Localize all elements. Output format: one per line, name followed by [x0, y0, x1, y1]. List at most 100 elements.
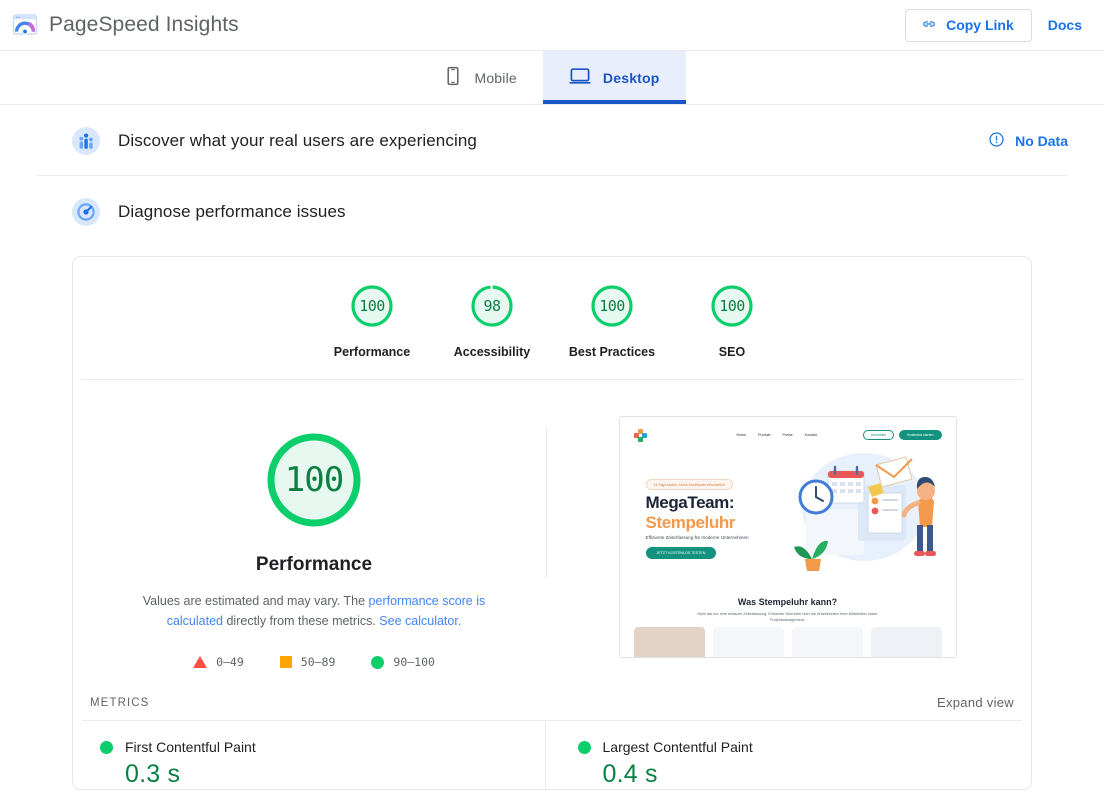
metric-name: Largest Contentful Paint: [602, 739, 753, 755]
legend-item-poor: 0–49: [193, 655, 244, 669]
circle-icon: [371, 655, 385, 669]
metric-value: 0.3 s: [125, 760, 181, 788]
disclaimer-text-1: Values are estimated and may vary. The: [142, 594, 369, 608]
legend-range-poor: 0–49: [216, 655, 244, 669]
site-section-heading: Was Stempeluhr kann?: [737, 597, 838, 607]
screenshot-content: Home Produkt Preise Kontakt Anmelden Kos…: [619, 417, 956, 657]
gauge-label-accessibility: Accessibility: [453, 345, 531, 359]
tab-desktop-label: Desktop: [602, 69, 660, 86]
metric-name-row: Largest Contentful Paint: [568, 739, 1023, 755]
disclaimer-text-2: directly from these metrics.: [223, 614, 380, 628]
field-data-title: Discover what your real users are experi…: [118, 131, 477, 150]
site-login-button: Anmelden: [863, 429, 895, 441]
site-hero-illustration: [793, 453, 936, 571]
tab-mobile[interactable]: Mobile: [418, 51, 542, 104]
gauge-ring-accessibility: 98: [468, 282, 516, 330]
lab-data-section-header: Diagnose performance issues: [36, 176, 1068, 246]
site-subheading: Effiziente Zeiterfassung für moderne Unt…: [645, 535, 749, 540]
tab-mobile-label: Mobile: [474, 69, 517, 86]
gauge-ring-best-practices: 100: [588, 282, 636, 330]
metrics-grid: First Contentful Paint 0.3 s Largest Con…: [82, 720, 1022, 789]
lighthouse-results-card: 100 Performance 98 Accessibility 100 Bes…: [72, 256, 1032, 790]
site-cta-button: JETZT KOSTENLOS TESTEN: [645, 547, 717, 559]
big-gauge-score: 100: [284, 460, 344, 500]
gauge-accessibility[interactable]: 98 Accessibility: [432, 282, 552, 359]
site-nav-buttons: Anmelden Kostenlos starten: [863, 429, 942, 441]
form-factor-tabs: Mobile Desktop: [0, 51, 1104, 105]
gauge-score-best-practices: 100: [599, 297, 625, 315]
metric-name-row: First Contentful Paint: [90, 739, 545, 755]
category-gauges: 100 Performance 98 Accessibility 100 Bes…: [82, 257, 1022, 380]
no-data-status[interactable]: No Data: [988, 131, 1068, 151]
site-feature-card: [791, 627, 863, 657]
app-header: PageSpeed Insights Copy Link Docs: [0, 0, 1104, 51]
big-gauge-label: Performance: [255, 554, 373, 575]
legend-range-good: 90–100: [393, 655, 435, 669]
site-signup-button: Kostenlos starten: [899, 430, 942, 440]
page-screenshot-thumbnail[interactable]: Home Produkt Preise Kontakt Anmelden Kos…: [618, 416, 957, 658]
pagespeed-logo-icon: [12, 12, 38, 38]
real-users-icon: [72, 127, 100, 155]
status-dot-good-icon: [577, 740, 591, 754]
copy-link-label: Copy Link: [946, 17, 1014, 33]
site-nav-item: Preise: [782, 433, 793, 437]
copy-link-button[interactable]: Copy Link: [905, 8, 1032, 42]
mobile-icon: [444, 66, 462, 89]
site-feature-card: [633, 627, 705, 657]
gauge-seo[interactable]: 100 SEO: [672, 282, 792, 359]
site-heading-line2: Stempeluhr: [645, 513, 736, 532]
site-heading-line1: MegaTeam:: [645, 493, 735, 512]
triangle-icon: [193, 656, 208, 668]
site-feature-cards: [633, 627, 942, 657]
gauge-label-seo: SEO: [718, 345, 746, 359]
performance-summary: 100 Performance Values are estimated and…: [82, 416, 546, 669]
square-icon: [279, 656, 292, 668]
site-nav-item: Home: [736, 433, 747, 437]
legend-item-good: 90–100: [371, 655, 435, 669]
gauge-score-accessibility: 98: [483, 297, 501, 315]
screenshot-site-nav: Home Produkt Preise Kontakt Anmelden Kos…: [633, 427, 942, 443]
gauge-label-best-practices: Best Practices: [568, 345, 656, 359]
gauge-best-practices[interactable]: 100 Best Practices: [552, 282, 672, 359]
legend-item-average: 50–89: [279, 655, 336, 669]
header-actions: Copy Link Docs: [905, 8, 1088, 42]
status-dot-good-icon: [100, 740, 113, 754]
expand-view-toggle[interactable]: Expand view: [937, 695, 1022, 710]
site-feature-card: [712, 627, 784, 657]
screenshot-panel: Home Produkt Preise Kontakt Anmelden Kos…: [547, 416, 1022, 658]
site-nav-item: Kontakt: [804, 433, 817, 437]
docs-link[interactable]: Docs: [1042, 17, 1088, 33]
gauge-ring-performance: 100: [348, 282, 396, 330]
gauge-performance[interactable]: 100 Performance: [312, 282, 432, 359]
info-icon: [988, 131, 1005, 151]
performance-detail: 100 Performance Values are estimated and…: [73, 380, 1031, 669]
gauge-label-performance: Performance: [333, 345, 411, 359]
see-calculator-link[interactable]: See calculator.: [379, 614, 461, 628]
metrics-title: METRICS: [90, 696, 150, 709]
score-legend: 0–49 50–89 90–100: [193, 655, 435, 669]
metrics-header: METRICS Expand view: [73, 669, 1031, 710]
link-icon: [921, 16, 937, 35]
site-nav-item: Produkt: [758, 433, 771, 437]
big-gauge-performance: 100: [262, 428, 366, 532]
metric-value: 0.4 s: [602, 760, 658, 788]
metric-name: First Contentful Paint: [125, 739, 256, 755]
brand: PageSpeed Insights: [12, 12, 239, 38]
no-data-label: No Data: [1015, 133, 1068, 149]
score-disclaimer: Values are estimated and may vary. The p…: [116, 591, 512, 631]
site-badge: 14 Tage testen, keine Kreditkarte erford…: [645, 479, 733, 491]
site-logo-icon: [633, 428, 647, 442]
legend-range-average: 50–89: [300, 655, 336, 669]
gauge-score-performance: 100: [359, 297, 385, 315]
site-feature-card: [870, 627, 942, 657]
page-title: PageSpeed Insights: [49, 13, 239, 36]
metric-item-first-contentful-paint[interactable]: First Contentful Paint 0.3 s: [82, 721, 545, 789]
desktop-icon: [569, 66, 591, 89]
metric-item-largest-contentful-paint[interactable]: Largest Contentful Paint 0.4 s: [544, 721, 1023, 789]
site-nav-items: Home Produkt Preise Kontakt: [737, 433, 817, 437]
diagnose-gauge-icon: [72, 198, 100, 226]
tab-desktop[interactable]: Desktop: [542, 51, 686, 104]
gauge-ring-seo: 100: [708, 282, 756, 330]
lab-data-title: Diagnose performance issues: [118, 202, 346, 221]
field-data-section-header: Discover what your real users are experi…: [36, 105, 1068, 176]
